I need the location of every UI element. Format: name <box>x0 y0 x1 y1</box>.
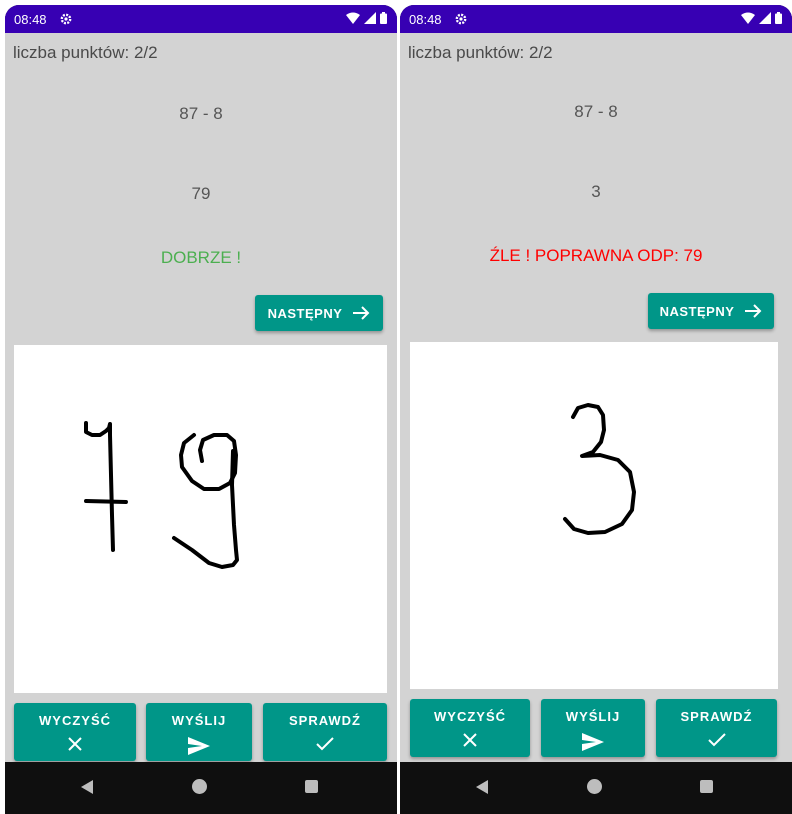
app-screen: liczba punktów: 2/2 87 - 8 3 ŹLE ! POPRA… <box>400 33 792 762</box>
recognized-answer: 79 <box>191 184 211 203</box>
wifi-icon <box>346 12 360 24</box>
recent-apps-icon[interactable] <box>305 780 318 793</box>
navigation-bar <box>400 762 792 814</box>
send-icon <box>582 733 604 751</box>
home-icon[interactable] <box>587 779 602 794</box>
check-button-label: SPRAWDŹ <box>680 709 753 724</box>
send-button[interactable]: WYŚLIJ <box>541 699 645 757</box>
result-message: ŹLE ! POPRAWNA ODP: 79 <box>489 246 703 265</box>
send-button[interactable]: WYŚLIJ <box>146 703 252 761</box>
clear-button-label: WYCZYŚĆ <box>39 713 111 728</box>
battery-icon <box>775 12 782 24</box>
app-screen: liczba punktów: 2/2 87 - 8 79 DOBRZE ! N… <box>5 33 397 762</box>
score-label: liczba punktów: 2/2 <box>13 43 158 62</box>
next-button-label: NASTĘPNY <box>659 303 735 319</box>
next-button[interactable]: NASTĘPNY <box>255 295 383 331</box>
next-button-label: NASTĘPNY <box>267 305 343 321</box>
home-icon[interactable] <box>192 779 207 794</box>
drawing-canvas[interactable] <box>14 345 387 693</box>
send-button-label: WYŚLIJ <box>565 709 621 724</box>
battery-icon <box>380 12 387 24</box>
send-icon <box>188 737 210 755</box>
check-button[interactable]: SPRAWDŹ <box>263 703 387 761</box>
arrow-right-icon <box>353 306 370 320</box>
score-label: liczba punktów: 2/2 <box>408 43 553 62</box>
clear-button-label: WYCZYŚĆ <box>434 709 506 724</box>
send-button-label: WYŚLIJ <box>171 713 227 728</box>
handwriting-strokes <box>84 421 239 569</box>
check-button-label: SPRAWDŹ <box>289 713 361 728</box>
equation-text: 87 - 8 <box>179 104 223 123</box>
phone-screen-wrong: 08:48 liczba punktów: 2/2 87 - 8 3 ŹLE !… <box>400 5 792 814</box>
check-icon <box>316 737 334 751</box>
next-button[interactable]: NASTĘPNY <box>648 293 774 329</box>
status-bar: 08:48 <box>5 5 397 33</box>
handwriting-strokes <box>563 403 636 535</box>
signal-icon <box>364 12 376 24</box>
drawing-canvas[interactable] <box>410 342 778 689</box>
equation-text: 87 - 8 <box>574 102 618 121</box>
close-icon <box>463 733 477 747</box>
recognized-answer: 3 <box>591 182 601 201</box>
back-icon[interactable] <box>81 780 93 794</box>
close-icon <box>68 737 82 751</box>
clock: 08:48 <box>14 12 47 27</box>
status-bar: 08:48 <box>400 5 792 33</box>
navigation-bar <box>5 762 397 814</box>
clock: 08:48 <box>409 12 442 27</box>
result-message: DOBRZE ! <box>160 248 242 267</box>
clear-button[interactable]: WYCZYŚĆ <box>14 703 136 761</box>
recent-apps-icon[interactable] <box>700 780 713 793</box>
settings-gear-icon <box>60 13 72 25</box>
back-icon[interactable] <box>476 780 488 794</box>
clear-button[interactable]: WYCZYŚĆ <box>410 699 530 757</box>
check-icon <box>707 733 726 747</box>
settings-gear-icon <box>455 13 467 25</box>
phone-screen-correct: 08:48 liczba punktów: 2/2 87 - 8 79 DOBR… <box>5 5 397 814</box>
wifi-icon <box>741 12 755 24</box>
check-button[interactable]: SPRAWDŹ <box>656 699 777 757</box>
arrow-right-icon <box>745 304 762 318</box>
signal-icon <box>759 12 771 24</box>
